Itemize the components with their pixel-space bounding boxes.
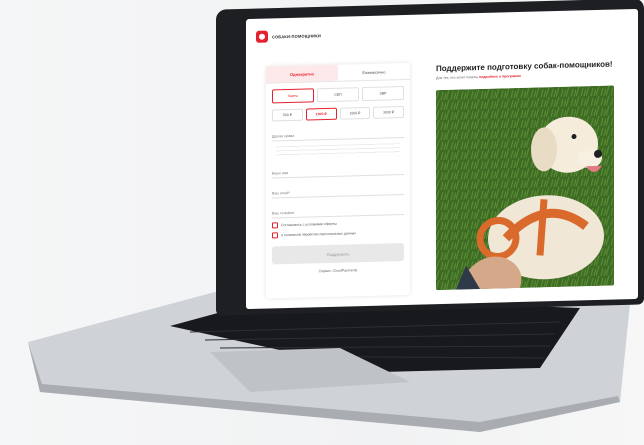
amount-option[interactable]: 3000 ₽ (373, 105, 404, 119)
amount-option[interactable]: 1500 ₽ (339, 106, 371, 120)
checkbox-icon[interactable] (272, 222, 278, 229)
payment-other-button[interactable]: SBP (362, 85, 404, 102)
checkbox-icon[interactable] (272, 232, 278, 239)
site-header: СОБАКИ-ПОМОЩНИКИ (256, 25, 321, 47)
tab-once[interactable]: Однократно (266, 64, 338, 83)
consent-offer[interactable]: Соглашаюсь с условиями оферты (272, 219, 404, 229)
custom-amount-field[interactable]: Другая сумма (272, 122, 404, 142)
payment-card-button[interactable]: Карты (272, 88, 314, 104)
fine-print (276, 143, 400, 159)
hero-subtext-text: Для тех, кто хочет помочь (436, 75, 479, 81)
hero-subtext: Для тех, кто хочет помочь подробнее о пр… (436, 71, 616, 81)
tab-monthly[interactable]: Ежемесячно (338, 63, 410, 81)
laptop-screen: СОБАКИ-ПОМОЩНИКИ Однократно Ежемесячно К… (246, 8, 638, 310)
name-field[interactable]: Ваше имя (272, 159, 404, 179)
donation-form: Однократно Ежемесячно Карты СБП SBP 500 … (266, 62, 410, 299)
donate-button[interactable]: Поддержать (272, 242, 404, 265)
amount-options: 500 ₽ 1000 ₽ 1500 ₽ 3000 ₽ (266, 100, 410, 122)
payment-sbp-button[interactable]: СБП (317, 87, 359, 103)
payment-provider: Сервис: CloudPayments (318, 268, 358, 274)
amount-option[interactable]: 1000 ₽ (305, 107, 337, 121)
hero-text: Поддержите подготовку собак-помощников! … (436, 59, 616, 81)
photo-stage: СОБАКИ-ПОМОЩНИКИ Однократно Ежемесячно К… (0, 0, 644, 445)
consent-offer-label: Соглашаюсь с условиями оферты (281, 221, 337, 228)
phone-field[interactable]: Ваш телефон (272, 199, 404, 219)
consent-privacy-label: и политикой обработки персональных данны… (281, 231, 357, 238)
hero-headline: Поддержите подготовку собак-помощников! (436, 59, 613, 74)
dog-photo (436, 85, 614, 291)
consent-privacy[interactable]: и политикой обработки персональных данны… (272, 229, 404, 239)
brand-logo-icon[interactable] (256, 30, 268, 43)
payment-methods: Карты СБП SBP (266, 80, 410, 104)
email-field[interactable]: Ваш email* (272, 179, 404, 199)
amount-option[interactable]: 500 ₽ (272, 108, 303, 122)
hero-subtext-link[interactable]: подробнее о программе (479, 74, 521, 79)
brand-name: СОБАКИ-ПОМОЩНИКИ (272, 32, 321, 39)
